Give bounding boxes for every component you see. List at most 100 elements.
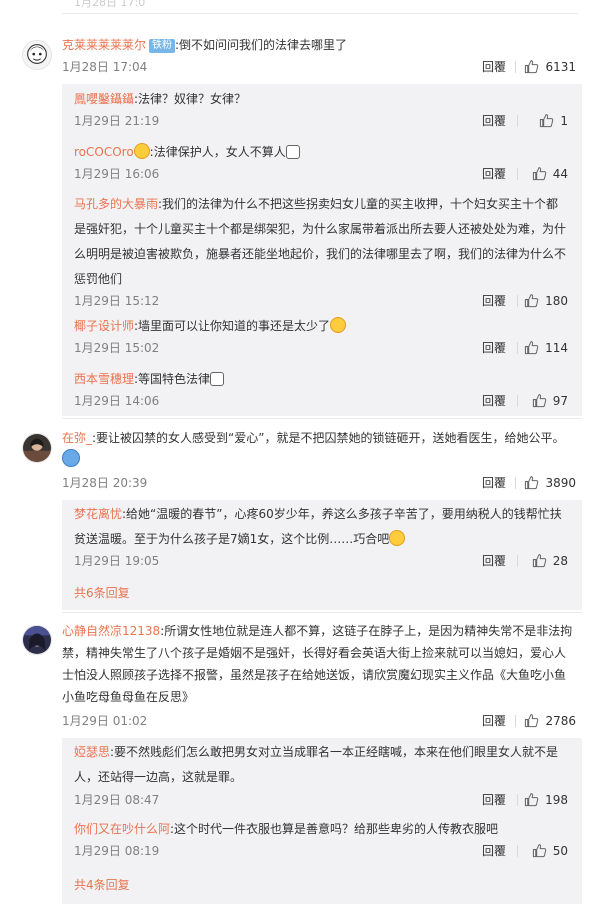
- truncated-time: 1月28日 17:0: [74, 0, 146, 9]
- reply-item: 你们又在吵什么阿:这个时代一件衣服也算是善意吗？给那些卑劣的人传教衣服吧 1月2…: [74, 817, 568, 858]
- reply-body: 西本雪穗理:等国特色法律: [74, 367, 568, 392]
- comment-username[interactable]: 在弥_: [62, 431, 92, 445]
- more-replies-link[interactable]: 共6条回复: [74, 583, 130, 603]
- reply-time: 1月29日 08:47: [74, 793, 160, 807]
- reply-meta: 1月29日 15:12 回覆 180: [74, 291, 568, 311]
- thumbs-up-icon: [524, 475, 539, 490]
- like-count: 28: [552, 554, 568, 568]
- thumbs-up-icon: [524, 792, 539, 807]
- like-button[interactable]: 2786: [524, 711, 576, 731]
- reply-body: roCOCOro :法律保护人，女人不算人: [74, 140, 568, 165]
- like-count: 180: [545, 294, 568, 308]
- reply-meta: 1月29日 16:06 回覆 44: [74, 164, 568, 184]
- thumbs-up-icon: [524, 59, 539, 74]
- reply-meta: 1月29日 08:19 回覆 50: [74, 841, 568, 861]
- reply-username[interactable]: 马孔多的大暴雨: [74, 197, 158, 211]
- comment-body: 心静自然凉12138:所谓女性地位就是连人都不算，这链子在脖子上，是因为精神失常…: [62, 620, 576, 708]
- comment-meta: 1月28日 20:39 回覆 3890: [62, 473, 576, 493]
- divider: [515, 715, 516, 727]
- reply-username[interactable]: 婭瑟思: [74, 745, 110, 759]
- like-count: 97: [552, 394, 568, 408]
- emoji-icon: [62, 449, 80, 467]
- reply-username[interactable]: 你们又在吵什么阿: [74, 822, 170, 836]
- reply-text: :给她“温暖的春节”，心疼60岁少年，养这么多孩子辛苦了，要用纳税人的钱帮忙扶贫…: [74, 507, 562, 546]
- reply-time: 1月29日 08:19: [74, 844, 160, 858]
- avatar[interactable]: [22, 433, 52, 463]
- reply-username[interactable]: 西本雪穗理: [74, 372, 134, 386]
- like-count: 114: [545, 341, 568, 355]
- thumbs-up-icon: [524, 293, 539, 308]
- more-replies-link[interactable]: 共4条回复: [74, 875, 130, 895]
- like-button[interactable]: 97: [532, 391, 568, 411]
- bus-emoji-icon: [285, 145, 300, 159]
- thumbs-up-icon: [539, 113, 554, 128]
- reply-text: :这个时代一件衣服也算是善意吗？给那些卑劣的人传教衣服吧: [170, 822, 499, 836]
- thumbs-up-icon: [532, 553, 547, 568]
- reply-body: 梦花离忧:给她“温暖的春节”，心疼60岁少年，养这么多孩子辛苦了，要用纳税人的钱…: [74, 502, 568, 552]
- reply-username[interactable]: roCOCOro: [74, 145, 134, 159]
- reply-username[interactable]: 鳳嚶鑿鑷鑷: [74, 92, 134, 106]
- avatar[interactable]: [22, 625, 52, 655]
- comment-text: :倒不如问问我们的法律去哪里了: [175, 38, 348, 52]
- reply-time: 1月29日 16:06: [74, 167, 160, 181]
- reply-text: :墙里面可以让你知道的事还是太少了: [134, 319, 331, 333]
- reply-username[interactable]: 椰子设计师: [74, 319, 134, 333]
- comment-username[interactable]: 心静自然凉12138: [62, 624, 160, 638]
- reply-time: 1月29日 15:12: [74, 294, 160, 308]
- reply-time: 1月29日 14:06: [74, 394, 160, 408]
- reply-button[interactable]: 回覆: [482, 711, 506, 731]
- reply-meta: 1月29日 19:05 回覆 28: [74, 551, 568, 571]
- comment-text: :要让被囚禁的女人感受到“爱心”，就是不把囚禁她的锁链砸开，送她看医生，给她公平…: [92, 431, 565, 445]
- like-count: 1: [560, 114, 568, 128]
- reply-body: 马孔多的大暴雨:我们的法律为什么不把这些拐卖妇女儿童的买主收押，十个妇女买主十个…: [74, 192, 568, 292]
- like-count: 6131: [545, 60, 576, 74]
- reply-button[interactable]: 回覆: [482, 551, 506, 571]
- reply-button[interactable]: 回覆: [482, 57, 506, 77]
- divider: [517, 115, 518, 127]
- like-button[interactable]: 3890: [524, 473, 576, 493]
- avatar[interactable]: [22, 40, 52, 70]
- thumbs-up-icon: [532, 843, 547, 858]
- reply-button[interactable]: 回覆: [482, 790, 506, 810]
- like-count: 50: [552, 844, 568, 858]
- reply-button[interactable]: 回覆: [482, 473, 506, 493]
- comment-separator: [62, 418, 582, 419]
- reply-text: :法律保护人，女人不算人: [149, 145, 286, 159]
- divider: [517, 845, 518, 857]
- reply-item: 椰子设计师:墙里面可以让你知道的事还是太少了 1月29日 15:02 回覆 11…: [74, 314, 568, 355]
- like-count: 3890: [545, 476, 576, 490]
- like-count: 2786: [545, 714, 576, 728]
- reply-button[interactable]: 回覆: [482, 111, 506, 131]
- comment-username[interactable]: 克莱莱莱莱莱尔: [62, 38, 146, 52]
- like-button[interactable]: 114: [524, 338, 568, 358]
- reply-button[interactable]: 回覆: [482, 338, 506, 358]
- like-button[interactable]: 44: [532, 164, 568, 184]
- reply-button[interactable]: 回覆: [482, 391, 506, 411]
- like-count: 44: [552, 167, 568, 181]
- reply-body: 婭瑟思:要不然贱彪们怎么敢把男女对立当成罪名一本正经瞎喊，本来在他们眼里女人就不…: [74, 740, 568, 790]
- thumbs-up-icon: [524, 713, 539, 728]
- reply-button[interactable]: 回覆: [482, 164, 506, 184]
- divider: [515, 477, 516, 489]
- comment-meta: 1月28日 17:04 回覆 6131: [62, 57, 576, 77]
- divider: [517, 168, 518, 180]
- reply-item: 西本雪穗理:等国特色法律 1月29日 14:06 回覆 97: [74, 367, 568, 408]
- reply-username[interactable]: 梦花离忧: [74, 507, 122, 521]
- reply-list: 婭瑟思:要不然贱彪们怎么敢把男女对立当成罪名一本正经瞎喊，本来在他们眼里女人就不…: [62, 738, 582, 904]
- reply-meta: 1月29日 14:06 回覆 97: [74, 391, 568, 411]
- reply-button[interactable]: 回覆: [482, 291, 506, 311]
- like-button[interactable]: 198: [524, 790, 568, 810]
- comment-meta: 1月29日 01:02 回覆 2786: [62, 711, 576, 731]
- reply-text: :要不然贱彪们怎么敢把男女对立当成罪名一本正经瞎喊，本来在他们眼里女人就不是人，…: [74, 745, 559, 784]
- divider: [517, 794, 518, 806]
- like-button[interactable]: 180: [524, 291, 568, 311]
- reply-meta: 1月29日 08:47 回覆 198: [74, 790, 568, 810]
- reply-button[interactable]: 回覆: [482, 841, 506, 861]
- like-button[interactable]: 6131: [524, 57, 576, 77]
- like-button[interactable]: 50: [532, 841, 568, 861]
- divider: [517, 555, 518, 567]
- comment-time: 1月28日 20:39: [62, 476, 148, 490]
- reply-meta: 1月29日 15:02 回覆 114: [74, 338, 568, 358]
- like-button[interactable]: 28: [532, 551, 568, 571]
- like-button[interactable]: 1: [539, 111, 568, 131]
